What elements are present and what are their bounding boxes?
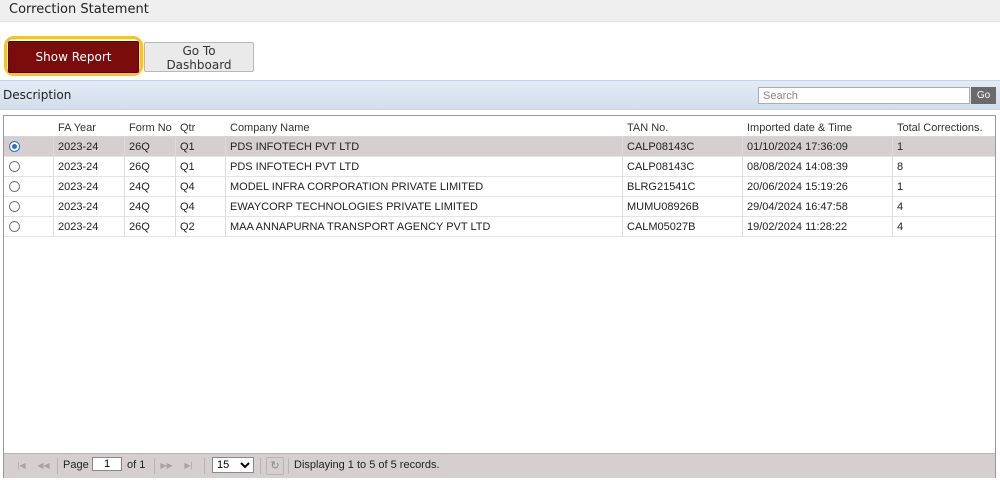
page-title: Correction Statement [9, 2, 149, 17]
col-header-fa-year[interactable]: FA Year [58, 122, 96, 134]
description-label: Description [3, 88, 72, 102]
search-input[interactable] [758, 87, 970, 104]
show-report-button[interactable]: Show Report [8, 41, 139, 73]
cell-tan: BLRG21541C [627, 181, 696, 193]
col-header-qtr[interactable]: Qtr [180, 122, 195, 134]
cell-form-no: 26Q [129, 161, 150, 173]
cell-qtr: Q1 [180, 141, 195, 153]
cell-form-no: 26Q [129, 221, 150, 233]
row-radio[interactable] [9, 181, 20, 192]
cell-fa-year: 2023-24 [58, 161, 99, 173]
go-button[interactable]: Go [971, 87, 996, 104]
cell-company: PDS INFOTECH PVT LTD [230, 161, 360, 173]
row-radio[interactable] [9, 141, 20, 152]
page-size-select[interactable]: 15 [212, 457, 254, 473]
table-row[interactable]: 2023-24 26Q Q1 PDS INFOTECH PVT LTD CALP… [4, 157, 995, 177]
cell-fa-year: 2023-24 [58, 181, 99, 193]
cell-imported: 08/08/2024 14:08:39 [747, 161, 848, 173]
cell-company: MAA ANNAPURNA TRANSPORT AGENCY PVT LTD [230, 221, 491, 233]
cell-imported: 19/02/2024 11:28:22 [747, 221, 848, 233]
page-of-label: of 1 [127, 459, 146, 471]
cell-total: 8 [897, 161, 904, 173]
cell-company: MODEL INFRA CORPORATION PRIVATE LIMITED [230, 181, 484, 193]
cell-company: PDS INFOTECH PVT LTD [230, 141, 360, 153]
description-bar: Description Go [0, 80, 1000, 110]
cell-fa-year: 2023-24 [58, 221, 99, 233]
cell-tan: CALP08143C [627, 141, 695, 153]
go-to-dashboard-button[interactable]: Go To Dashboard [144, 42, 254, 72]
col-header-form-no[interactable]: Form No [129, 122, 172, 134]
cell-form-no: 24Q [129, 201, 150, 213]
row-radio[interactable] [9, 161, 20, 172]
records-info: Displaying 1 to 5 of 5 records. [294, 459, 440, 471]
cell-company: EWAYCORP TECHNOLOGIES PRIVATE LIMITED [230, 201, 478, 213]
pager-bar: |◀ ◀◀ Page of 1 ▶▶ ▶| 15 ↻ Displaying 1 … [4, 453, 995, 478]
table-row[interactable]: 2023-24 24Q Q4 EWAYCORP TECHNOLOGIES PRI… [4, 197, 995, 217]
cell-fa-year: 2023-24 [58, 141, 99, 153]
cell-tan: MUMU08926B [627, 201, 700, 213]
cell-tan: CALP08143C [627, 161, 695, 173]
table-row[interactable]: 2023-24 26Q Q1 PDS INFOTECH PVT LTD CALP… [4, 137, 995, 157]
grid-header: FA Year Form No Qtr Company Name TAN No.… [4, 116, 995, 137]
table-row[interactable]: 2023-24 26Q Q2 MAA ANNAPURNA TRANSPORT A… [4, 217, 995, 237]
cell-form-no: 26Q [129, 141, 150, 153]
corrections-grid: FA Year Form No Qtr Company Name TAN No.… [3, 115, 996, 478]
refresh-icon[interactable]: ↻ [266, 457, 284, 475]
next-page-icon[interactable]: ▶▶ [160, 460, 173, 471]
title-bar: Correction Statement [0, 0, 1000, 22]
cell-total: 4 [897, 201, 904, 213]
cell-imported: 01/10/2024 17:36:09 [747, 141, 848, 153]
cell-tan: CALM05027B [627, 221, 696, 233]
table-row[interactable]: 2023-24 24Q Q4 MODEL INFRA CORPORATION P… [4, 177, 995, 197]
page-number-input[interactable] [92, 457, 122, 471]
cell-fa-year: 2023-24 [58, 201, 99, 213]
col-header-total-corrections[interactable]: Total Corrections. [897, 122, 983, 134]
first-page-icon[interactable]: |◀ [15, 460, 28, 471]
page-label: Page [63, 459, 89, 471]
cell-qtr: Q2 [180, 221, 195, 233]
prev-page-icon[interactable]: ◀◀ [37, 460, 50, 471]
cell-form-no: 24Q [129, 181, 150, 193]
col-header-company-name[interactable]: Company Name [230, 122, 309, 134]
cell-imported: 20/06/2024 15:19:26 [747, 181, 848, 193]
last-page-icon[interactable]: ▶| [182, 460, 195, 471]
cell-total: 1 [897, 141, 904, 153]
cell-qtr: Q4 [180, 181, 195, 193]
cell-qtr: Q4 [180, 201, 195, 213]
row-radio[interactable] [9, 201, 20, 212]
cell-total: 1 [897, 181, 904, 193]
cell-total: 4 [897, 221, 904, 233]
cell-imported: 29/04/2024 16:47:58 [747, 201, 848, 213]
col-header-tan-no[interactable]: TAN No. [627, 122, 668, 134]
cell-qtr: Q1 [180, 161, 195, 173]
col-header-imported[interactable]: Imported date & Time [747, 122, 852, 134]
row-radio[interactable] [9, 221, 20, 232]
